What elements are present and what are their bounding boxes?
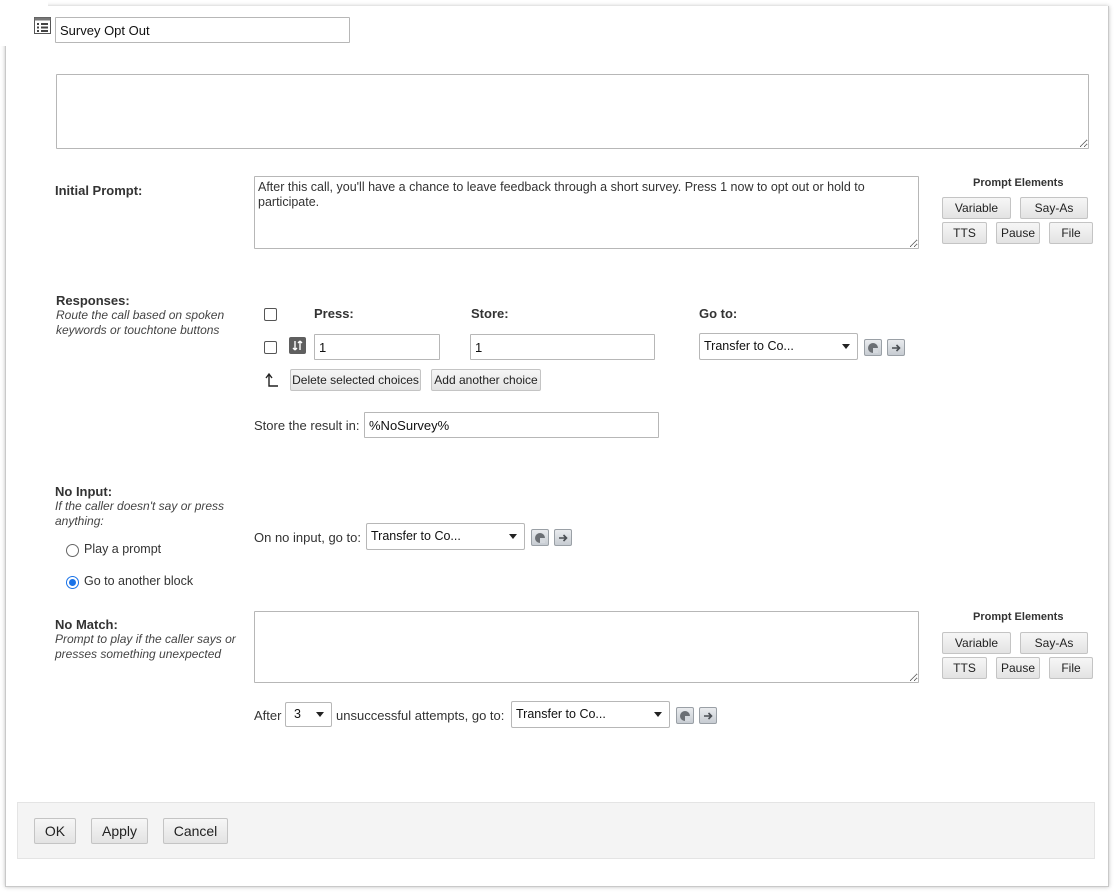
add-choice-button[interactable]: Add another choice (431, 369, 541, 391)
chevron-down-icon (509, 534, 517, 539)
prompt-elements-title: Prompt Elements (973, 611, 1064, 623)
after-label: After (254, 708, 282, 723)
store-input[interactable] (470, 334, 655, 360)
no-match-textarea[interactable] (254, 611, 919, 683)
select-all-checkbox[interactable] (264, 308, 277, 321)
choice-row-checkbox[interactable] (264, 341, 277, 354)
attempts-suffix-label: unsuccessful attempts, go to: (336, 708, 505, 723)
prompt-elements-title: Prompt Elements (973, 177, 1064, 189)
initial-prompt-label: Initial Prompt: (55, 183, 143, 198)
attempts-value: 3 (294, 707, 301, 721)
go-to-block-radio[interactable] (66, 576, 79, 589)
no-match-label: No Match: (55, 617, 118, 632)
up-arrow-icon (265, 372, 279, 391)
ok-button[interactable]: OK (34, 818, 76, 844)
no-match-goto-select[interactable]: Transfer to Co... (511, 701, 670, 728)
block-properties-icon[interactable] (864, 339, 882, 356)
block-properties-icon[interactable] (676, 707, 694, 724)
responses-description: Route the call based on spoken keywords … (56, 308, 225, 337)
delete-selected-button[interactable]: Delete selected choices (290, 369, 421, 391)
list-icon (34, 17, 51, 37)
go-to-block-arrow-icon[interactable] (699, 707, 717, 724)
say-as-button[interactable]: Say-As (1020, 197, 1088, 219)
variable-button[interactable]: Variable (942, 197, 1011, 219)
store-result-label: Store the result in: (254, 418, 360, 433)
no-input-goto-label: On no input, go to: (254, 530, 361, 545)
description-textarea[interactable] (56, 74, 1089, 149)
response-goto-select[interactable]: Transfer to Co... (699, 333, 858, 360)
attempts-select[interactable]: 3 (285, 702, 332, 727)
no-input-description: If the caller doesn't say or press anyth… (55, 499, 225, 528)
go-to-block-label: Go to another block (84, 574, 194, 588)
play-prompt-radio[interactable] (66, 544, 79, 557)
no-match-description: Prompt to play if the caller says or pre… (55, 632, 236, 661)
no-match-goto-value: Transfer to Co... (516, 707, 606, 721)
pause-button[interactable]: Pause (996, 657, 1040, 679)
block-title-input[interactable] (55, 17, 350, 43)
go-to-block-arrow-icon[interactable] (554, 529, 572, 546)
pause-button[interactable]: Pause (996, 222, 1040, 244)
go-to-block-arrow-icon[interactable] (887, 339, 905, 356)
store-column-header: Store: (471, 306, 509, 321)
variable-button[interactable]: Variable (942, 632, 1011, 654)
store-result-input[interactable] (364, 412, 659, 438)
responses-label: Responses: (56, 293, 130, 308)
no-input-goto-value: Transfer to Co... (371, 529, 461, 543)
block-properties-icon[interactable] (531, 529, 549, 546)
chevron-down-icon (654, 712, 662, 717)
apply-button[interactable]: Apply (91, 818, 148, 844)
cancel-button[interactable]: Cancel (163, 818, 228, 844)
chevron-down-icon (842, 344, 850, 349)
goto-column-header: Go to: (699, 306, 738, 321)
say-as-button[interactable]: Say-As (1020, 632, 1088, 654)
no-input-label: No Input: (55, 484, 113, 499)
file-button[interactable]: File (1049, 222, 1093, 244)
touchtone-icon (289, 337, 306, 354)
response-goto-value: Transfer to Co... (704, 339, 794, 353)
tts-button[interactable]: TTS (942, 657, 987, 679)
no-input-goto-select[interactable]: Transfer to Co... (366, 523, 525, 550)
chevron-down-icon (316, 712, 324, 717)
play-prompt-label: Play a prompt (84, 542, 162, 556)
tts-button[interactable]: TTS (942, 222, 987, 244)
press-input[interactable] (314, 334, 440, 360)
press-column-header: Press: (314, 306, 354, 321)
initial-prompt-textarea[interactable]: After this call, you'll have a chance to… (254, 176, 919, 249)
file-button[interactable]: File (1049, 657, 1093, 679)
